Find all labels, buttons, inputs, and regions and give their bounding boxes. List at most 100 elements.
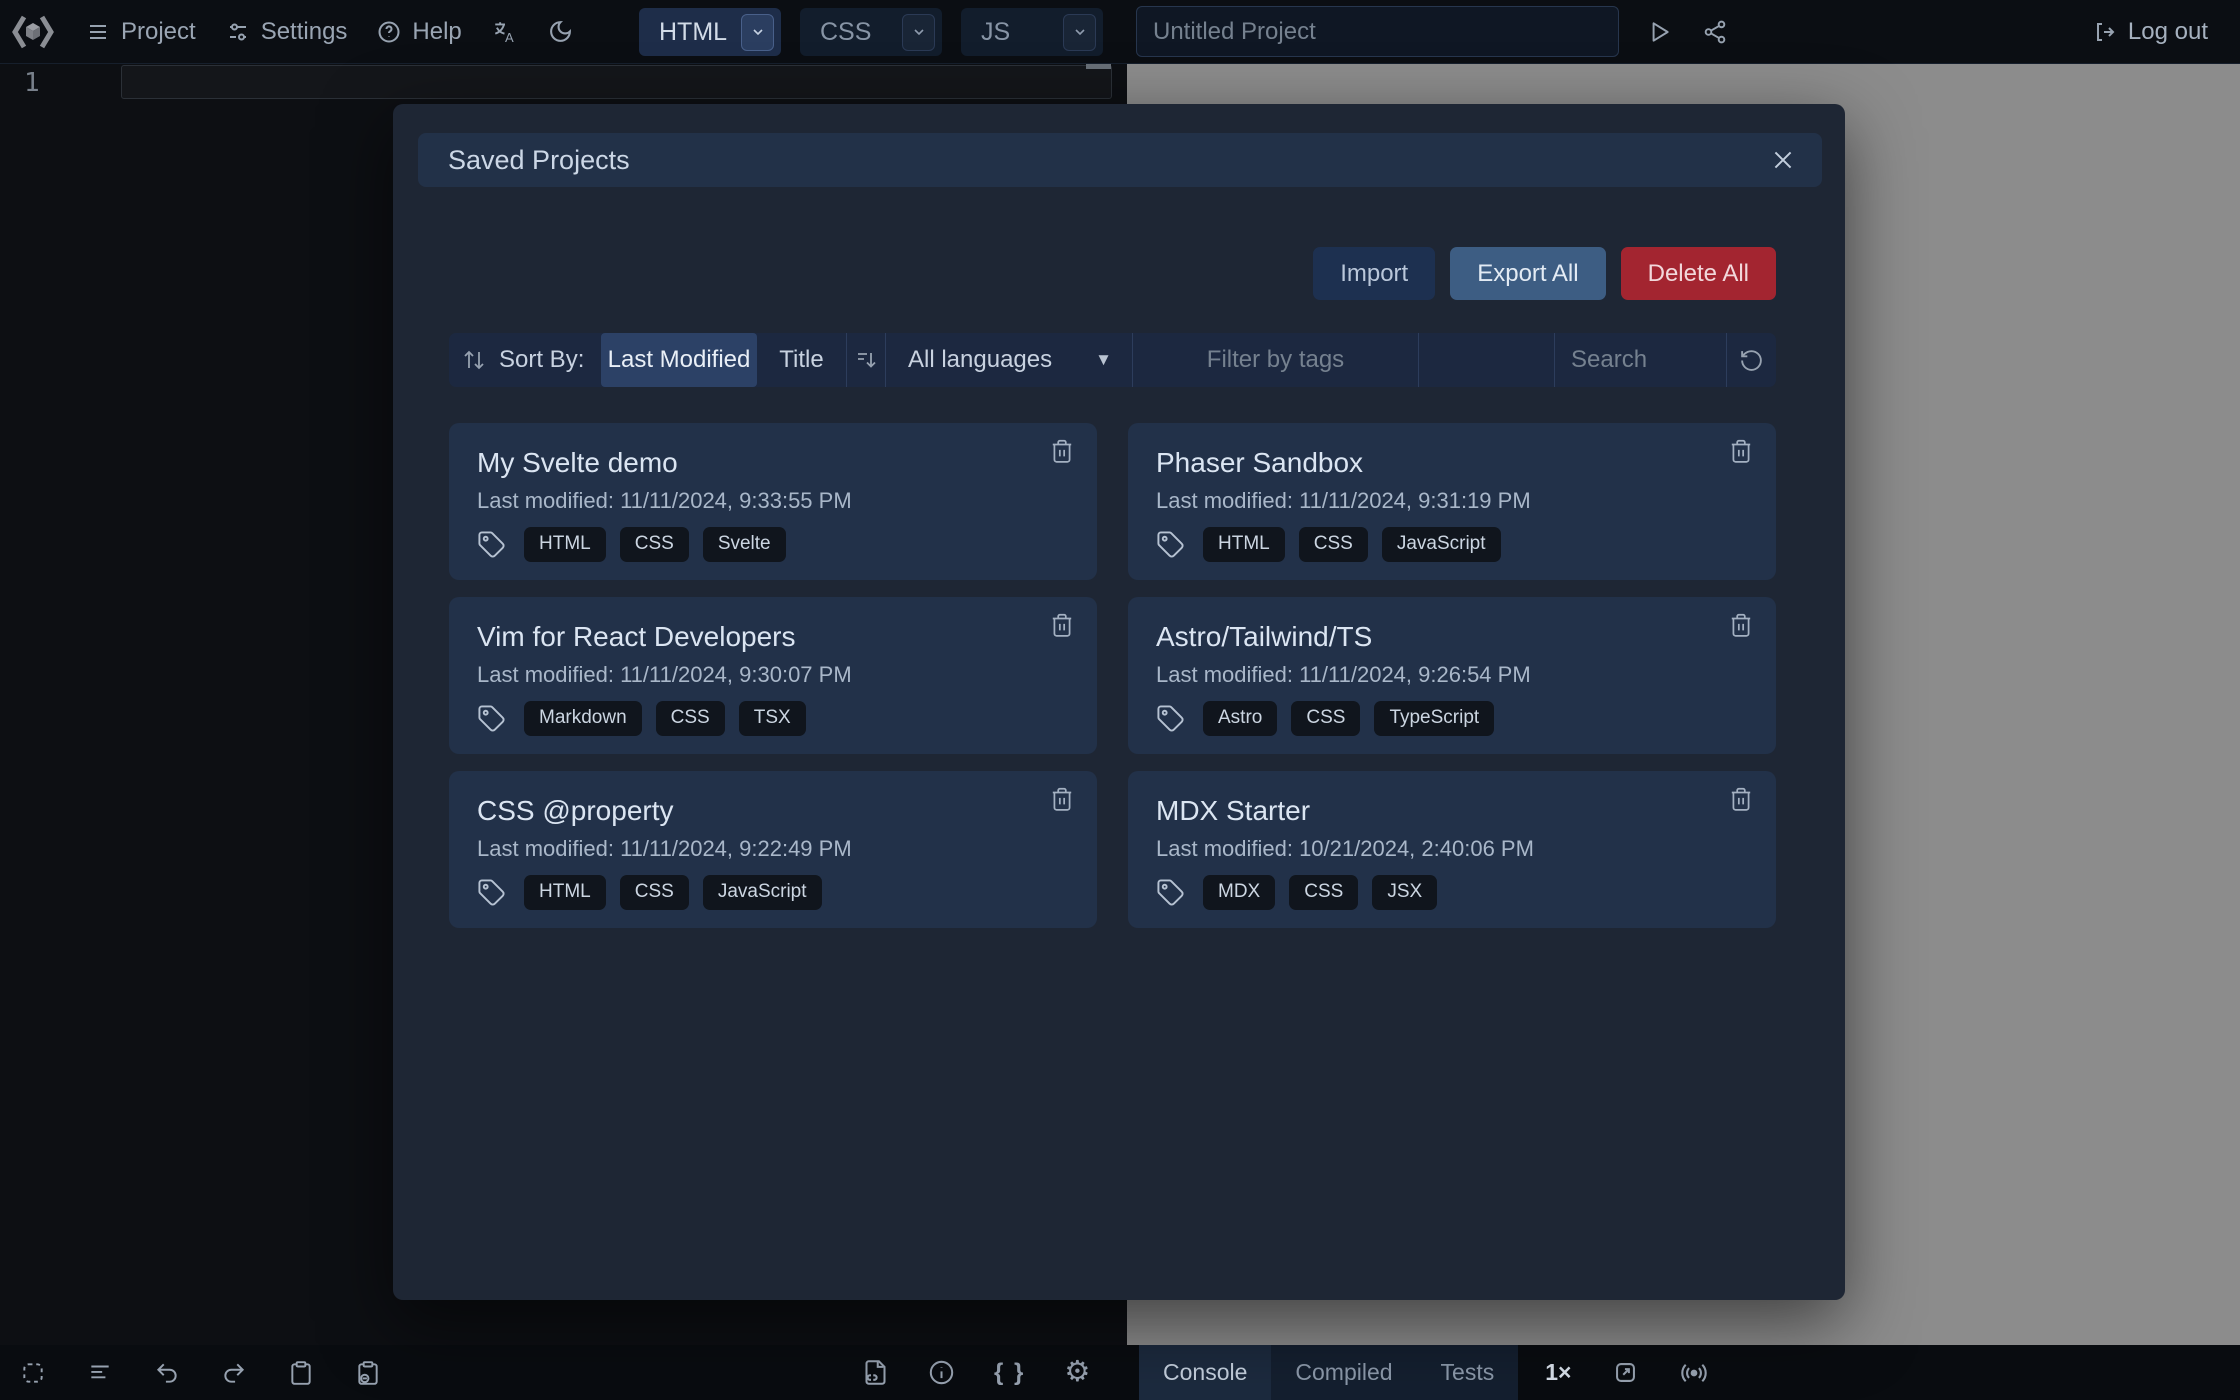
- tab-console[interactable]: Console: [1139, 1345, 1271, 1400]
- project-card[interactable]: Astro/Tailwind/TS Last modified: 11/11/2…: [1128, 597, 1776, 754]
- project-card[interactable]: Phaser Sandbox Last modified: 11/11/2024…: [1128, 423, 1776, 580]
- align-left-icon[interactable]: [87, 1360, 113, 1386]
- sort-arrows-icon: [462, 348, 486, 372]
- editor-select-js[interactable]: JS: [961, 8, 1103, 56]
- copy-clipboard-icon[interactable]: [288, 1360, 314, 1386]
- tag-pill: Markdown: [524, 701, 642, 736]
- project-tags: HTMLCSSSvelte: [477, 527, 1069, 562]
- project-modified: Last modified: 11/11/2024, 9:31:19 PM: [1156, 488, 1748, 514]
- sort-by-label: Sort By:: [499, 346, 584, 374]
- projects-grid: My Svelte demo Last modified: 11/11/2024…: [449, 423, 1776, 928]
- app-logo: [10, 11, 56, 53]
- paste-clipboard-icon[interactable]: [355, 1360, 381, 1386]
- tag-pill: JavaScript: [1382, 527, 1501, 562]
- braces-icon[interactable]: { }: [994, 1359, 1025, 1387]
- delete-project-icon[interactable]: [1728, 612, 1754, 638]
- zoom-level-button[interactable]: 1×: [1545, 1359, 1571, 1386]
- project-name-input[interactable]: [1136, 6, 1619, 57]
- project-card[interactable]: My Svelte demo Last modified: 11/11/2024…: [449, 423, 1097, 580]
- tag-pill: CSS: [1289, 875, 1358, 910]
- editor-select-html-label: HTML: [659, 18, 727, 47]
- project-title: Phaser Sandbox: [1156, 447, 1748, 479]
- logout-icon: [2092, 20, 2116, 44]
- delete-all-button[interactable]: Delete All: [1621, 247, 1776, 300]
- chevron-down-icon[interactable]: [902, 14, 935, 51]
- project-card[interactable]: MDX Starter Last modified: 10/21/2024, 2…: [1128, 771, 1776, 928]
- tag-pill: Svelte: [703, 527, 786, 562]
- tag-pill-list: HTMLCSSJavaScript: [524, 875, 822, 910]
- chevron-down-icon[interactable]: [1063, 14, 1096, 51]
- search-input[interactable]: [1555, 345, 1726, 375]
- translate-icon[interactable]: A: [492, 19, 518, 45]
- help-icon: [377, 20, 401, 44]
- import-button[interactable]: Import: [1313, 247, 1435, 300]
- gear-icon[interactable]: ⚙: [1064, 1358, 1090, 1387]
- file-link-icon[interactable]: [862, 1359, 889, 1386]
- project-tags: HTMLCSSJavaScript: [1156, 527, 1748, 562]
- close-icon[interactable]: [1770, 147, 1796, 173]
- tag-pill: CSS: [620, 527, 689, 562]
- tag-pill: CSS: [1291, 701, 1360, 736]
- project-tags: Astro CSS TypeScript: [1156, 701, 1748, 736]
- language-filter-dropdown[interactable]: All languages ▼: [885, 333, 1132, 387]
- delete-project-icon[interactable]: [1049, 438, 1075, 464]
- logout-button[interactable]: Log out: [2092, 0, 2208, 63]
- project-tags: HTMLCSSJavaScript: [477, 875, 1069, 910]
- project-title: My Svelte demo: [477, 447, 1069, 479]
- reset-filters-button[interactable]: [1726, 333, 1776, 387]
- selection-box-icon[interactable]: [20, 1360, 46, 1386]
- sort-descending-icon: [854, 348, 878, 372]
- project-card[interactable]: Vim for React Developers Last modified: …: [449, 597, 1097, 754]
- tag-pill: JavaScript: [703, 875, 822, 910]
- logout-label: Log out: [2128, 18, 2208, 46]
- tag-pill: HTML: [524, 875, 606, 910]
- editor-select-css[interactable]: CSS: [800, 8, 942, 56]
- share-icon[interactable]: [1702, 19, 1728, 45]
- menu-help-label: Help: [412, 18, 461, 46]
- info-icon[interactable]: [928, 1359, 955, 1386]
- dark-mode-moon-icon[interactable]: [548, 19, 573, 44]
- project-title: MDX Starter: [1156, 795, 1748, 827]
- delete-project-icon[interactable]: [1049, 786, 1075, 812]
- tag-pill-list: HTMLCSSSvelte: [524, 527, 786, 562]
- sort-option-title[interactable]: Title: [757, 333, 846, 387]
- tag-pill-list: HTMLCSSJavaScript: [1203, 527, 1501, 562]
- redo-icon[interactable]: [221, 1360, 247, 1386]
- refresh-icon: [1739, 348, 1764, 373]
- tab-compiled[interactable]: Compiled: [1271, 1345, 1416, 1400]
- menu-settings-label: Settings: [261, 18, 348, 46]
- project-card[interactable]: CSS @property Last modified: 11/11/2024,…: [449, 771, 1097, 928]
- filter-by-tags-input[interactable]: [1133, 345, 1418, 375]
- menu-settings[interactable]: Settings: [226, 18, 348, 46]
- editor-current-line[interactable]: [121, 65, 1112, 99]
- menu-help[interactable]: Help: [377, 18, 461, 46]
- tag-pill: MDX: [1203, 875, 1275, 910]
- tag-icon: [1156, 878, 1185, 907]
- tag-icon: [1156, 530, 1185, 559]
- tags-input-spacer: [1418, 333, 1554, 387]
- delete-project-icon[interactable]: [1728, 786, 1754, 812]
- editor-select-js-label: JS: [981, 18, 1010, 47]
- open-preview-window-icon[interactable]: [1612, 1359, 1639, 1386]
- menu-project[interactable]: Project: [86, 18, 196, 46]
- tag-pill-list: Astro CSS TypeScript: [1203, 701, 1494, 736]
- chevron-down-icon[interactable]: [741, 14, 774, 51]
- tab-tests[interactable]: Tests: [1417, 1345, 1519, 1400]
- delete-project-icon[interactable]: [1728, 438, 1754, 464]
- export-all-button[interactable]: Export All: [1450, 247, 1605, 300]
- editor-select-html[interactable]: HTML: [639, 8, 781, 56]
- run-icon[interactable]: [1646, 19, 1672, 45]
- editor-select-css-label: CSS: [820, 18, 871, 47]
- tag-pill: Astro: [1203, 701, 1277, 736]
- tag-icon: [477, 530, 506, 559]
- tag-pill: TSX: [739, 701, 806, 736]
- tag-pill-list: MDXCSSJSX: [1203, 875, 1437, 910]
- sort-direction-button[interactable]: [846, 333, 885, 387]
- sort-option-last-modified[interactable]: Last Modified: [601, 333, 757, 387]
- project-title: CSS @property: [477, 795, 1069, 827]
- delete-project-icon[interactable]: [1049, 612, 1075, 638]
- tag-pill: TypeScript: [1374, 701, 1494, 736]
- project-modified: Last modified: 11/11/2024, 9:22:49 PM: [477, 836, 1069, 862]
- undo-icon[interactable]: [154, 1360, 180, 1386]
- live-broadcast-icon[interactable]: [1680, 1359, 1708, 1387]
